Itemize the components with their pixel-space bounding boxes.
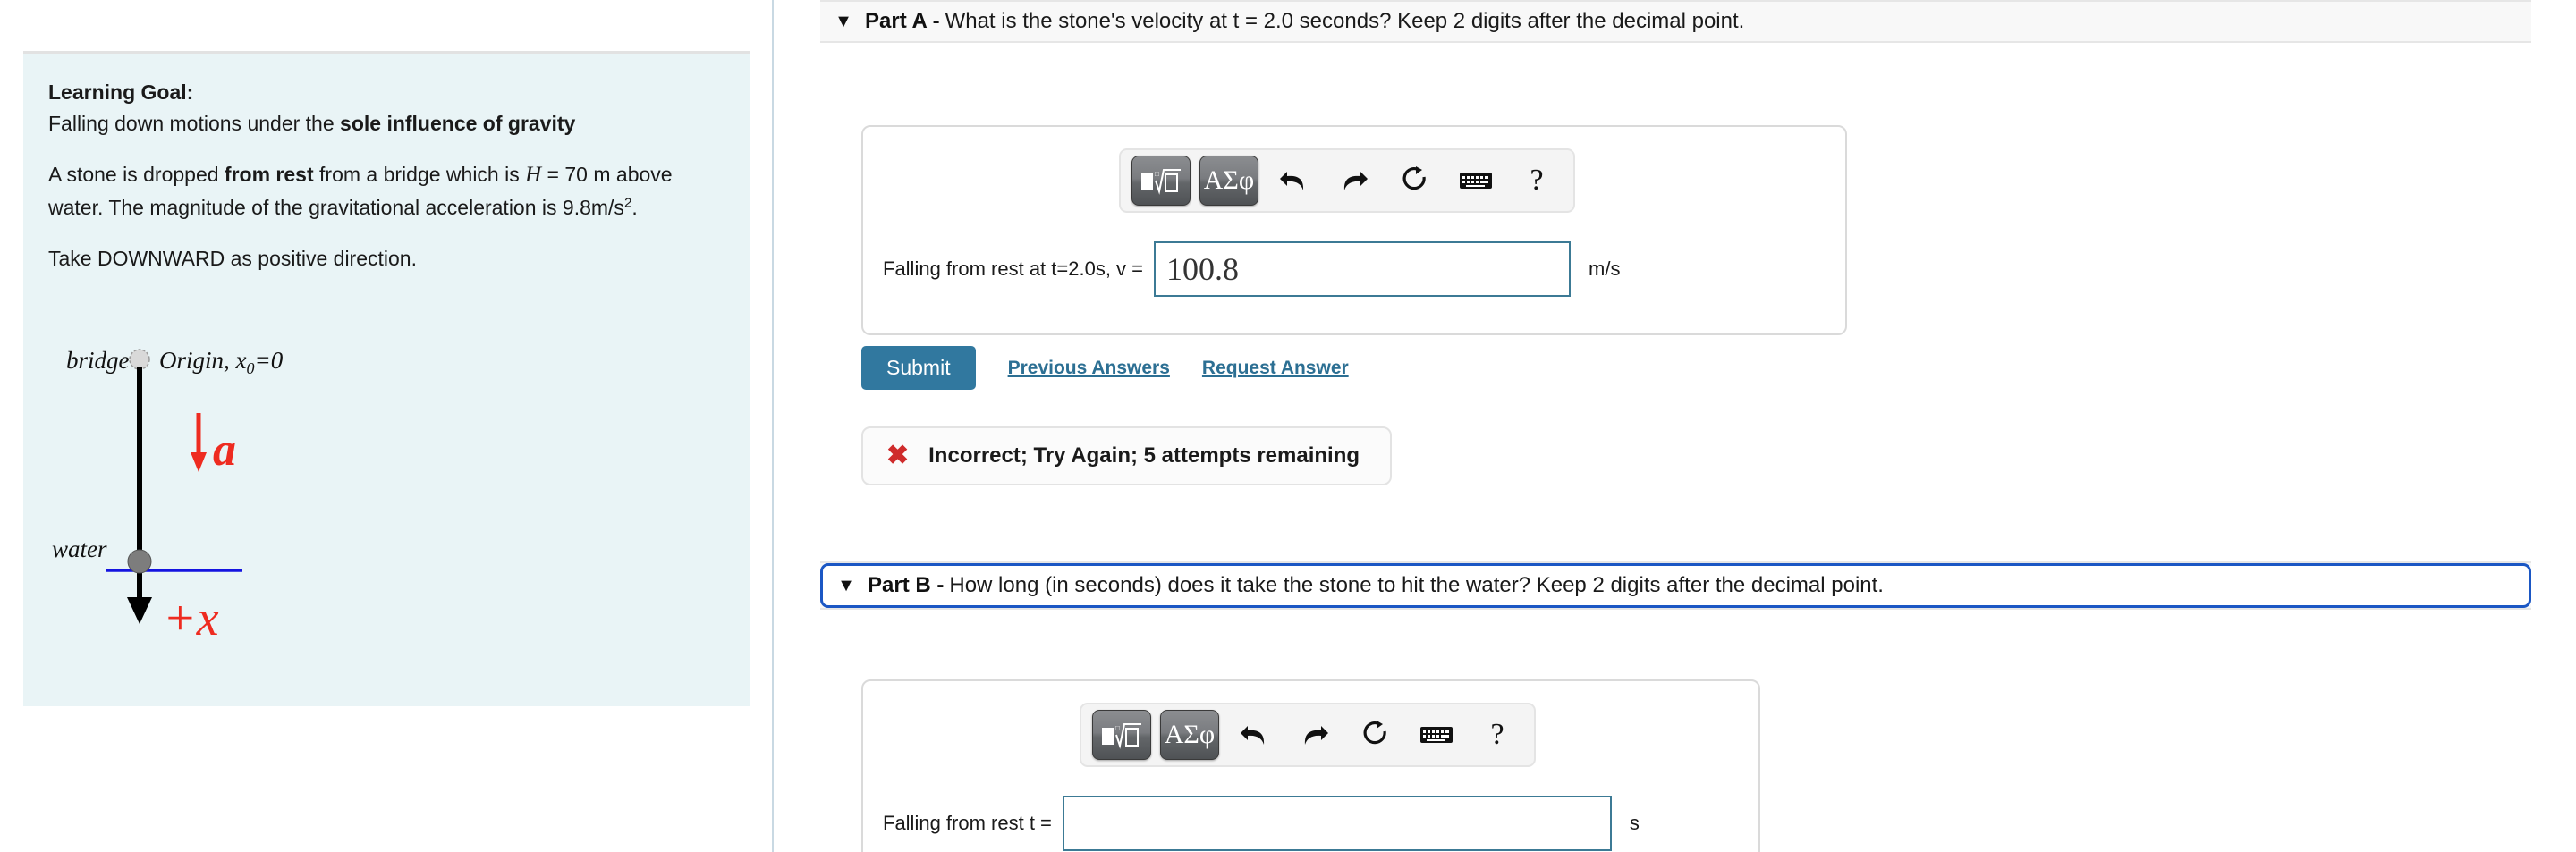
stone-circle-icon — [127, 549, 152, 574]
redo-icon[interactable] — [1289, 712, 1341, 758]
help-icon[interactable]: ? — [1471, 712, 1523, 758]
template-empty-box-icon — [1125, 728, 1139, 747]
part-a-answer-prompt: Falling from rest at t=2.0s, v = — [883, 257, 1144, 280]
math-template-button[interactable]: □ — [1092, 710, 1151, 760]
accel-arrowhead-icon — [191, 452, 207, 472]
part-a-question: What is the stone's velocity at t = 2.0 … — [945, 9, 1745, 33]
root-index-icon: □ — [1115, 724, 1120, 732]
template-filled-box-icon — [1102, 728, 1114, 745]
problem-text-2: from a bridge which is — [313, 163, 526, 186]
height-variable: H — [525, 163, 542, 187]
greek-letters-button[interactable]: ΑΣφ — [1160, 710, 1219, 760]
template-empty-box-icon — [1165, 173, 1178, 192]
greek-letters-button[interactable]: ΑΣφ — [1199, 156, 1258, 206]
part-b-answer-card: □ ΑΣφ ? Falling from rest t = s — [861, 679, 1760, 852]
template-filled-box-icon — [1141, 173, 1153, 190]
learning-goal-subheading: Falling down motions under the sole infl… — [48, 108, 725, 139]
origin-circle-icon — [129, 349, 150, 370]
part-a-actions: Submit Previous Answers Request Answer — [861, 346, 1349, 390]
root-index-icon: □ — [1155, 170, 1159, 178]
reset-icon[interactable] — [1350, 712, 1402, 758]
diagram-bridge-label: bridge — [66, 347, 130, 374]
part-b-math-toolbar: □ ΑΣφ ? — [1080, 703, 1536, 767]
axis-arrowhead-icon — [127, 597, 152, 624]
problem-text-bold: from rest — [224, 163, 314, 186]
incorrect-x-icon: ✖ — [886, 441, 910, 470]
learning-goal-subheading-bold: sole influence of gravity — [340, 111, 576, 135]
part-a-previous-answers-link[interactable]: Previous Answers — [1008, 358, 1170, 379]
part-b-answer-row: Falling from rest t = s — [883, 796, 1640, 851]
part-a-answer-row: Falling from rest at t=2.0s, v = m/s — [883, 241, 1620, 297]
diagram-axis-label: +x — [163, 591, 219, 644]
origin-subscript: 0 — [247, 359, 255, 377]
part-a-answer-unit: m/s — [1589, 257, 1621, 280]
part-b-answer-prompt: Falling from rest t = — [883, 812, 1052, 834]
math-template-button[interactable]: □ — [1131, 156, 1191, 206]
left-panel: Learning Goal: Falling down motions unde… — [0, 0, 774, 852]
part-a-answer-input[interactable] — [1154, 241, 1572, 297]
learning-goal-card: Learning Goal: Falling down motions unde… — [23, 51, 750, 706]
part-a-feedback: ✖ Incorrect; Try Again; 5 attempts remai… — [861, 426, 1393, 485]
problem-statement: A stone is dropped from rest from a brid… — [48, 158, 725, 224]
part-b-label: Part B - — [868, 573, 945, 597]
learning-goal-subheading-plain: Falling down motions under the — [48, 111, 341, 135]
undo-icon[interactable] — [1228, 712, 1280, 758]
undo-icon[interactable] — [1267, 157, 1319, 204]
problem-text-4: . — [631, 196, 638, 219]
learning-goal-heading: Learning Goal: — [48, 80, 194, 104]
redo-icon[interactable] — [1328, 157, 1380, 204]
part-a-math-toolbar: □ ΑΣφ ? — [1119, 148, 1575, 213]
part-a-collapse-caret-icon[interactable]: ▼ — [833, 13, 854, 30]
reset-icon[interactable] — [1389, 157, 1441, 204]
keyboard-icon[interactable] — [1411, 712, 1462, 758]
diagram-origin-label: Origin, x0=0 — [159, 347, 284, 377]
part-b-question: How long (in seconds) does it take the s… — [949, 573, 1884, 597]
part-a-header[interactable]: ▼ Part A - What is the stone's velocity … — [820, 0, 2531, 43]
part-a-label: Part A - — [865, 9, 940, 33]
part-b-answer-unit: s — [1629, 812, 1640, 834]
direction-note: Take DOWNWARD as positive direction. — [48, 246, 417, 270]
part-b-answer-input[interactable] — [1062, 796, 1612, 851]
diagram-water-label: water — [52, 536, 107, 562]
part-b-header[interactable]: ▼ Part B - How long (in seconds) does it… — [820, 561, 2531, 610]
help-icon[interactable]: ? — [1511, 157, 1563, 204]
part-a-answer-card: □ ΑΣφ ? Falling from rest at t=2.0s, v =… — [861, 125, 1847, 335]
part-b-collapse-caret-icon[interactable]: ▼ — [835, 577, 857, 595]
part-a-submit-button[interactable]: Submit — [861, 346, 976, 390]
diagram-accel-label: a — [213, 425, 236, 476]
origin-equals: =0 — [255, 347, 284, 374]
right-panel: ▼ Part A - What is the stone's velocity … — [775, 0, 2576, 852]
problem-text-1: A stone is dropped — [48, 163, 225, 186]
problem-page: Learning Goal: Falling down motions unde… — [0, 0, 2576, 852]
part-a-request-answer-link[interactable]: Request Answer — [1202, 358, 1349, 379]
part-a-feedback-text: Incorrect; Try Again; 5 attempts remaini… — [928, 443, 1360, 468]
free-fall-diagram: bridge Origin, x0=0 a water +x — [50, 340, 426, 644]
keyboard-icon[interactable] — [1450, 157, 1502, 204]
